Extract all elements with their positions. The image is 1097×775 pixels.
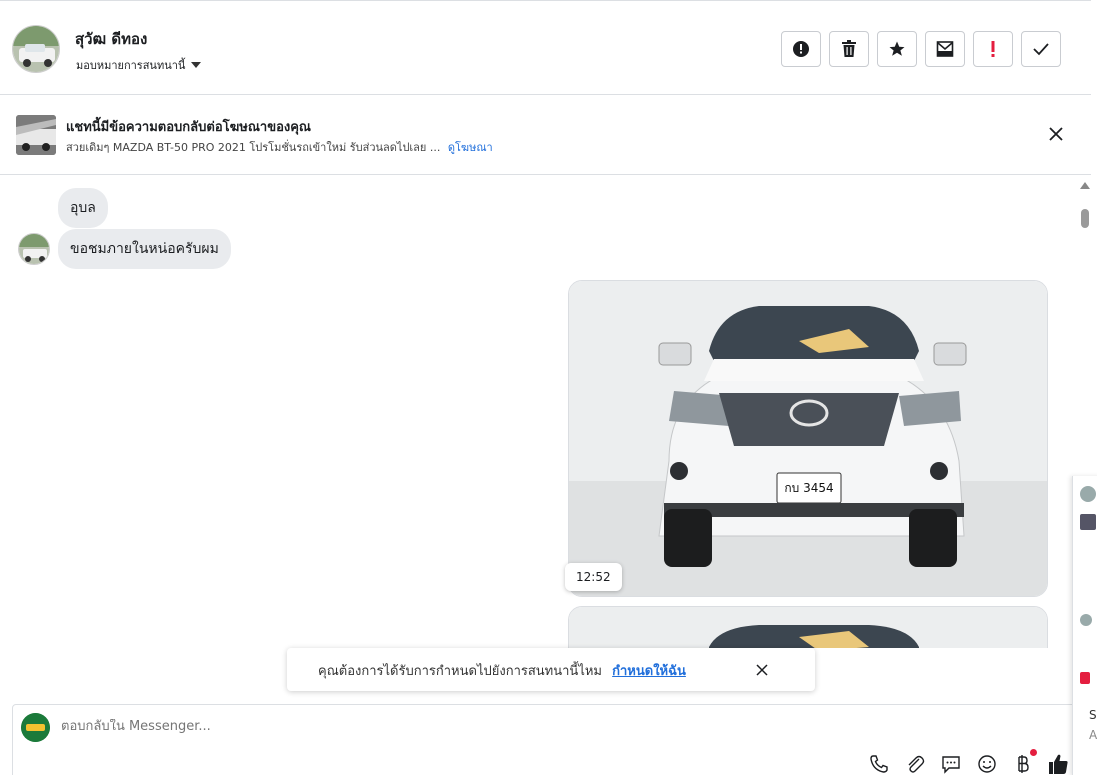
incoming-message[interactable]: อุบล — [58, 188, 108, 228]
exclamation-icon — [991, 41, 995, 57]
composer-tools — [868, 749, 1070, 775]
caret-down-icon — [191, 62, 202, 68]
side-panel-text: A — [1089, 728, 1097, 742]
view-ad-link[interactable]: ดูโฆษณา — [448, 141, 493, 154]
chat-bubble-icon — [942, 756, 960, 774]
incoming-message[interactable]: ขอชมภายในหน่อครับผม — [58, 229, 231, 269]
payment-button[interactable] — [1012, 749, 1037, 775]
avatar — [1080, 514, 1096, 530]
emoji-icon — [978, 755, 996, 773]
star-button[interactable] — [877, 31, 917, 67]
ad-reply-banner: แชทนี้มีข้อความตอบกลับต่อโฆษณาของคุณ สวย… — [0, 95, 1091, 175]
baht-icon — [1018, 755, 1029, 773]
scroll-up-arrow[interactable] — [1080, 182, 1090, 189]
conversation-header: สุวัฒ ดีทอง มอบหมายการสนทนานี้ — [0, 0, 1091, 95]
assign-label: มอบหมายการสนทนานี้ — [76, 59, 186, 72]
reply-composer — [12, 704, 1082, 775]
reminder-message: คุณต้องการได้รับการกำหนดไปยังการสนทนานี้… — [318, 664, 602, 679]
message-timestamp-tooltip: 12:52 — [565, 563, 622, 591]
alert-circle-icon — [793, 41, 809, 57]
contact-name: สุวัฒ ดีทอง — [75, 30, 148, 48]
report-button[interactable] — [781, 31, 821, 67]
header-actions — [781, 31, 1061, 67]
ad-description-text: สวยเดิมๆ MAZDA BT-50 PRO 2021 โปรโมชั่นร… — [66, 141, 441, 154]
mark-done-button[interactable] — [1021, 31, 1061, 67]
side-panel-edge[interactable]: S A — [1072, 476, 1097, 775]
notification-dot — [1030, 749, 1037, 756]
sender-avatar[interactable] — [18, 233, 50, 265]
attach-button[interactable] — [904, 753, 926, 775]
delete-button[interactable] — [829, 31, 869, 67]
contact-avatar[interactable] — [12, 25, 60, 73]
license-plate-text: กบ 3454 — [784, 481, 833, 495]
flag-icon — [1080, 672, 1090, 684]
check-icon — [1033, 43, 1049, 56]
mark-important-button[interactable] — [973, 31, 1013, 67]
emoji-button[interactable] — [976, 753, 998, 775]
trash-icon — [842, 40, 856, 57]
thumbs-up-icon — [1049, 754, 1068, 774]
archive-button[interactable] — [925, 31, 965, 67]
reply-input[interactable] — [61, 719, 661, 734]
ad-banner-title: แชทนี้มีข้อความตอบกลับต่อโฆษณาของคุณ — [66, 120, 311, 135]
scrollbar-thumb[interactable] — [1081, 209, 1089, 228]
message-thread: อุบล ขอชมภายในหน่อครับผม กบ 3454 12:52 — [0, 176, 1075, 648]
avatar — [1080, 614, 1092, 626]
close-reminder-button[interactable] — [755, 662, 769, 681]
side-panel-text: S — [1089, 708, 1097, 722]
like-button[interactable] — [1048, 753, 1070, 775]
page-avatar — [21, 713, 50, 742]
assign-reminder-toast: คุณต้องการได้รับการกำหนดไปยังการสนทนานี้… — [287, 648, 815, 691]
archive-envelope-icon — [936, 41, 954, 57]
close-icon — [1049, 127, 1063, 141]
paperclip-icon — [908, 755, 925, 773]
reminder-text: คุณต้องการได้รับการกำหนดไปยังการสนทนานี้… — [318, 660, 686, 681]
assign-to-me-link[interactable]: กำหนดให้ฉัน — [612, 664, 686, 679]
phone-button[interactable] — [868, 753, 890, 775]
ad-thumbnail[interactable] — [16, 115, 56, 155]
close-ad-banner-button[interactable] — [1048, 126, 1064, 146]
car-photo-message[interactable] — [568, 606, 1048, 648]
ad-banner-description: สวยเดิมๆ MAZDA BT-50 PRO 2021 โปรโมชั่นร… — [66, 138, 493, 156]
close-icon — [756, 664, 768, 676]
star-icon — [889, 41, 905, 56]
saved-replies-button[interactable] — [940, 753, 962, 775]
assign-conversation-dropdown[interactable]: มอบหมายการสนทนานี้ — [76, 56, 202, 74]
car-photo-message[interactable]: กบ 3454 — [568, 280, 1048, 597]
avatar — [1080, 486, 1096, 502]
phone-icon — [870, 755, 888, 773]
